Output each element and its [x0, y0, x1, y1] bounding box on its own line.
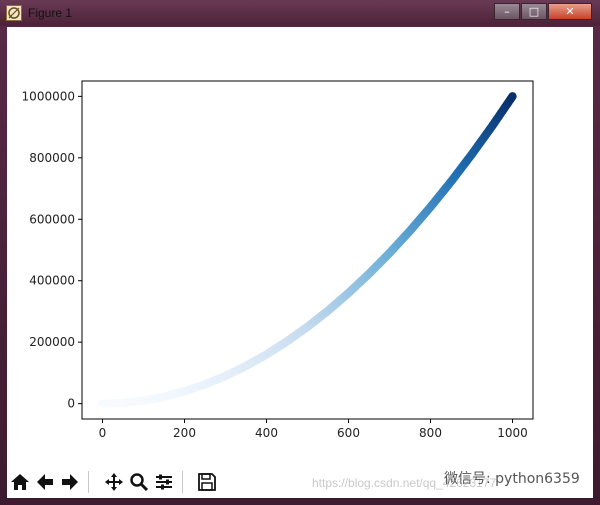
scatter-point — [508, 92, 517, 101]
configure-subplots-icon — [156, 474, 172, 490]
configure-subplots-button[interactable] — [153, 470, 175, 494]
zoom-icon — [130, 473, 149, 492]
x-tick-label: 0 — [99, 426, 107, 440]
scatter-chart: 0 200 400 600 800 1000 0 200000 400000 600000 8000… — [22, 80, 534, 440]
zoom-button[interactable] — [128, 470, 150, 494]
back-icon — [37, 474, 53, 490]
plot-area — [81, 80, 534, 420]
pan-icon — [105, 473, 123, 491]
x-tick-label: 1000 — [497, 426, 528, 440]
y-tick-label: 1000000 — [22, 89, 75, 103]
home-icon — [11, 474, 29, 490]
y-tick-label: 200000 — [29, 335, 75, 349]
wechat-label: 微信号: python6359 — [444, 471, 580, 487]
x-tick-label: 200 — [173, 426, 196, 440]
figure-window: Figure 1 – □ ✕ 0 200 400 600 800 1000 0 200000 4… — [0, 0, 600, 505]
y-tick-label: 600000 — [29, 212, 75, 226]
save-button[interactable] — [196, 470, 218, 494]
back-button[interactable] — [34, 470, 56, 494]
pan-button[interactable] — [103, 470, 125, 494]
x-tick-label: 400 — [255, 426, 278, 440]
forward-icon — [62, 474, 78, 490]
x-tick-label: 600 — [337, 426, 360, 440]
save-icon — [198, 473, 216, 491]
toolbar-separator — [182, 471, 183, 493]
y-tick-label: 800000 — [29, 151, 75, 165]
y-tick-label: 0 — [67, 397, 75, 411]
home-button[interactable] — [9, 470, 31, 494]
y-tick-label: 400000 — [29, 274, 75, 288]
forward-button[interactable] — [59, 470, 81, 494]
x-tick-label: 800 — [419, 426, 442, 440]
toolbar-separator — [88, 471, 89, 493]
